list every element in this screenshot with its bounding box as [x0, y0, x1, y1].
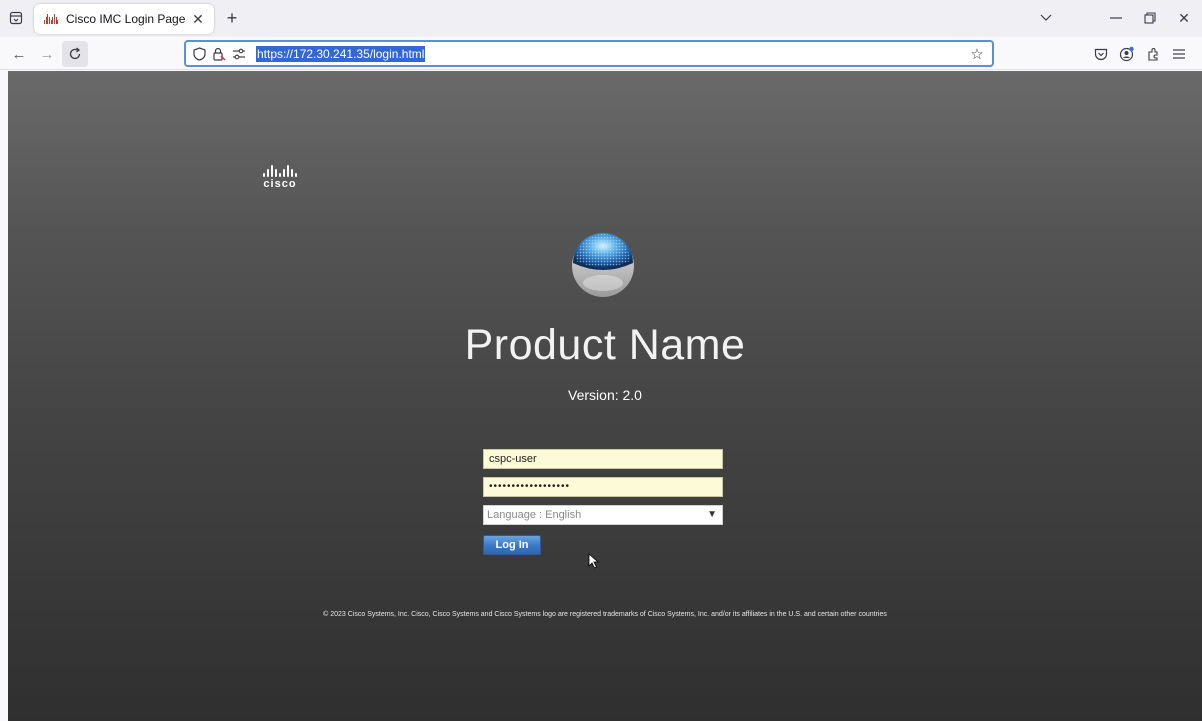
browser-tab-bar: Cisco IMC Login Page ✕ + ✕ — [0, 0, 1202, 37]
back-icon[interactable]: ← — [6, 41, 32, 67]
browser-nav-bar: ← → https://172.30.241.35/login.html ☆ — [0, 37, 1202, 70]
cisco-logo-text: cisco — [263, 178, 297, 190]
restore-icon[interactable] — [1138, 6, 1162, 30]
cisco-favicon-icon — [44, 14, 59, 24]
chevron-down-icon[interactable] — [1034, 6, 1058, 30]
username-input[interactable]: cspc-user — [483, 449, 723, 469]
url-text[interactable]: https://172.30.241.35/login.html — [256, 46, 426, 62]
cisco-logo-bars — [250, 165, 310, 177]
pocket-icon[interactable] — [1090, 43, 1112, 65]
language-select-value: Language : English — [487, 509, 582, 521]
forward-icon[interactable]: → — [34, 41, 60, 67]
product-sphere-icon — [572, 233, 634, 297]
dropdown-arrow-icon: ▼ — [707, 509, 717, 520]
star-icon[interactable]: ☆ — [968, 45, 986, 63]
login-button[interactable]: Log In — [483, 535, 541, 555]
url-bar[interactable]: https://172.30.241.35/login.html ☆ — [184, 40, 994, 67]
shield-icon[interactable] — [190, 45, 208, 63]
close-icon[interactable]: ✕ — [188, 9, 208, 29]
tab-title: Cisco IMC Login Page — [66, 12, 186, 26]
reload-icon[interactable] — [62, 41, 88, 67]
product-name: Product Name — [464, 321, 746, 369]
cursor-icon — [588, 553, 600, 569]
menu-icon[interactable] — [1168, 43, 1190, 65]
close-icon[interactable]: ✕ — [1172, 6, 1196, 30]
version-label: Version: 2.0 — [568, 387, 642, 403]
browser-tab[interactable]: Cisco IMC Login Page ✕ — [34, 4, 214, 34]
language-select[interactable]: Language : English ▼ — [483, 505, 723, 525]
plus-icon[interactable]: + — [220, 6, 244, 30]
tab-list-icon[interactable] — [4, 6, 28, 30]
cisco-logo: cisco — [250, 165, 310, 190]
minimize-icon[interactable] — [1104, 6, 1128, 30]
lock-icon[interactable] — [210, 45, 228, 63]
password-input[interactable]: •••••••••••••••••• — [483, 477, 723, 497]
footer-copyright: © 2023 Cisco Systems, Inc. Cisco, Cisco … — [323, 611, 887, 618]
account-icon[interactable] — [1116, 43, 1138, 65]
login-page: cisco Product Name Version: 2.0 cspc-use… — [8, 71, 1202, 721]
permissions-icon[interactable] — [230, 45, 248, 63]
extensions-icon[interactable] — [1142, 43, 1164, 65]
